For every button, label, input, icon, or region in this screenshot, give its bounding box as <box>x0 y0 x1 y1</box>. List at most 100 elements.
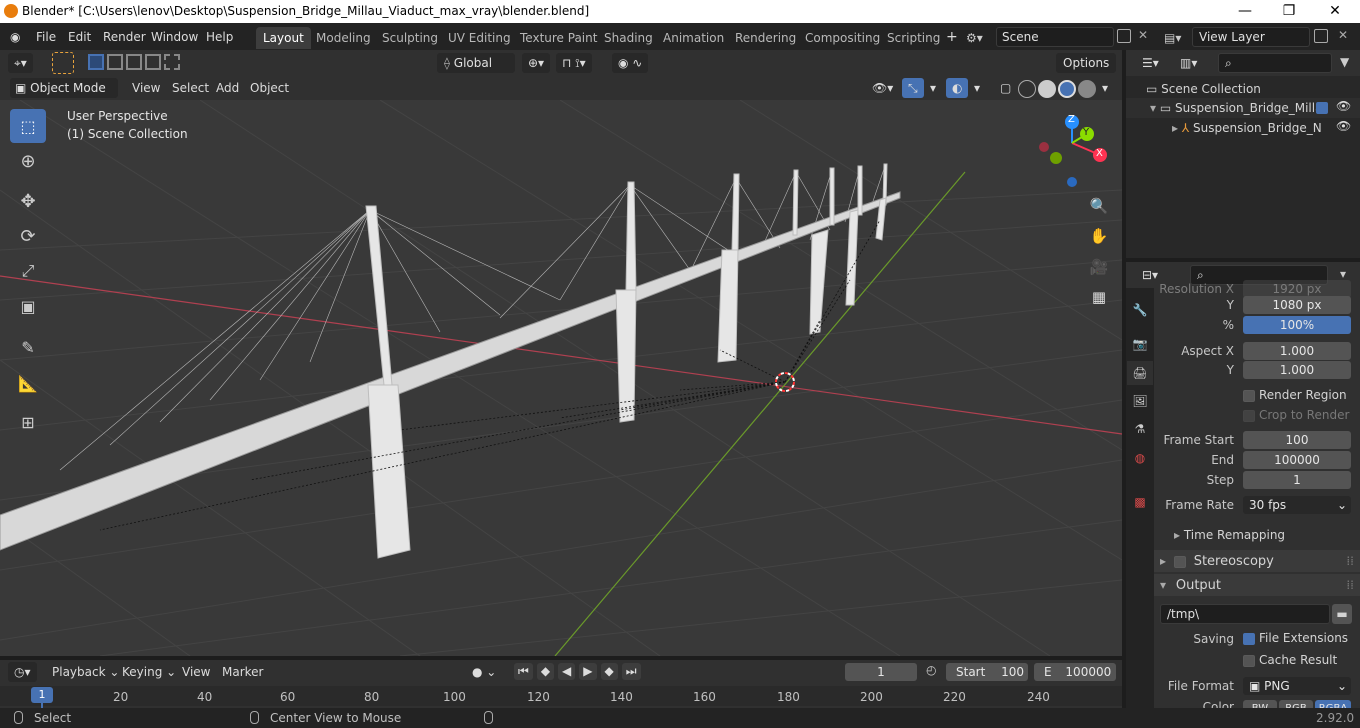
collection-eye-icon[interactable]: 👁 <box>1336 99 1351 113</box>
keying-menu[interactable]: Keying ⌄ <box>116 662 182 682</box>
resolution-percent-field[interactable]: 100% <box>1243 316 1351 334</box>
scale-tool-icon[interactable]: ⤢ <box>10 254 46 288</box>
maximize-button[interactable]: ❐ <box>1266 0 1312 23</box>
render-tab-icon[interactable]: 📷 <box>1127 332 1153 356</box>
object-row[interactable]: ▸ ⅄ Suspension_Bridge_N <box>1126 118 1360 138</box>
outliner-search-input[interactable]: ⌕ <box>1218 53 1332 73</box>
frame-rate-select[interactable]: 30 fps ⌄ <box>1243 496 1351 514</box>
frame-start-field[interactable]: 100 <box>1243 431 1351 449</box>
scene-collection-row[interactable]: ▭ Scene Collection <box>1146 79 1261 99</box>
next-keyframe-icon[interactable]: ◆ <box>600 663 618 680</box>
drag-handle-icon[interactable]: ⁞⁞ <box>1346 550 1354 572</box>
proportional-edit-icon[interactable]: ◉ ∿ <box>612 53 649 73</box>
view-layer-field[interactable]: View Layer <box>1192 27 1310 47</box>
play-reverse-icon[interactable]: ◀ <box>558 663 576 680</box>
view-layer-icon[interactable]: ▤▾ <box>1164 28 1194 48</box>
end-frame-field[interactable]: E 100000 <box>1034 663 1116 681</box>
annotate-tool-icon[interactable]: ✎ <box>10 330 46 364</box>
expand-arrow-icon[interactable]: ▸ <box>1172 121 1178 135</box>
resolution-y-field[interactable]: 1080 px <box>1243 296 1351 314</box>
stopwatch-icon[interactable]: ◴ <box>926 663 936 677</box>
move-tool-icon[interactable]: ✥ <box>10 184 46 218</box>
tab-modeling[interactable]: Modeling <box>309 27 378 49</box>
zoom-icon[interactable]: 🔍 <box>1086 193 1112 219</box>
camera-view-icon[interactable]: 🎥 <box>1086 254 1112 280</box>
aspect-x-field[interactable]: 1.000 <box>1243 342 1351 360</box>
menu-file[interactable]: File <box>30 28 62 46</box>
stereoscopy-checkbox[interactable] <box>1173 555 1186 568</box>
file-extensions-checkbox[interactable] <box>1243 633 1255 645</box>
select-tool-icon[interactable]: ⬚ <box>10 109 46 143</box>
world-tab-icon[interactable]: ◍ <box>1127 446 1153 470</box>
copy-scene-icon[interactable] <box>1117 29 1131 43</box>
snap-icon[interactable]: ⊓ ⟟▾ <box>556 53 592 73</box>
expand-arrow-icon[interactable]: ▾ <box>1150 101 1156 115</box>
tab-uv-editing[interactable]: UV Editing <box>441 27 518 49</box>
playback-controls[interactable]: ⏮ ◆ ◀ ▶ ◆ ⏭ <box>514 663 641 680</box>
perspective-toggle-icon[interactable]: ▦ <box>1086 284 1112 310</box>
jump-start-icon[interactable]: ⏮ <box>514 663 533 680</box>
menu-edit[interactable]: Edit <box>62 28 97 46</box>
rotate-tool-icon[interactable]: ⟳ <box>10 219 46 253</box>
options-dropdown[interactable]: Options <box>1056 53 1116 73</box>
3d-viewport[interactable]: User Perspective (1) Scene Collection ⬚ … <box>0 100 1122 656</box>
object-eye-icon[interactable]: 👁 <box>1336 119 1351 133</box>
timeline-editor-type-icon[interactable]: ◷▾ <box>8 662 37 682</box>
crop-checkbox[interactable] <box>1243 410 1255 422</box>
gizmo-dropdown-icon[interactable]: ▾ <box>924 78 942 98</box>
start-frame-field[interactable]: Start 100 <box>946 663 1028 681</box>
scene-tab-icon[interactable]: ⚗ <box>1127 417 1153 441</box>
add-cube-tool-icon[interactable]: ⊞ <box>10 405 46 439</box>
pan-hand-icon[interactable]: ✋ <box>1086 223 1112 249</box>
menu-window[interactable]: Window <box>145 28 204 46</box>
view-layer-tab-icon[interactable]: 🖼 <box>1127 389 1153 413</box>
scene-field[interactable]: Scene <box>996 27 1114 47</box>
pivot-point-icon[interactable]: ⊕▾ <box>522 53 551 73</box>
navigation-gizmo[interactable]: Z X Y <box>1030 110 1114 194</box>
gizmo-toggle-icon[interactable]: ⤡ <box>902 78 924 98</box>
view-menu[interactable]: View <box>126 78 166 98</box>
wireframe-shading-icon[interactable] <box>1018 80 1036 98</box>
shading-dropdown-icon[interactable]: ▾ <box>1096 78 1114 98</box>
overlays-icon[interactable]: ◐ <box>946 78 969 98</box>
collection-checkbox[interactable] <box>1316 102 1328 114</box>
current-frame-field[interactable]: 1 <box>845 663 917 681</box>
solid-shading-icon[interactable] <box>1038 80 1056 98</box>
tool-tab-icon[interactable]: 🔧 <box>1127 298 1153 322</box>
rendered-shading-icon[interactable] <box>1078 80 1096 98</box>
outliner-editor-type-icon[interactable]: ☰▾ <box>1136 53 1165 73</box>
drag-handle-icon[interactable]: ⁞⁞ <box>1346 574 1354 596</box>
jump-end-icon[interactable]: ⏭ <box>621 663 641 680</box>
output-tab-icon[interactable]: 🖨 <box>1127 361 1153 385</box>
scene-icon[interactable]: ⚙▾ <box>966 28 996 48</box>
selection-mode-icons[interactable] <box>88 54 182 72</box>
folder-icon[interactable]: ▬ <box>1332 604 1352 624</box>
object-menu[interactable]: Object <box>244 78 295 98</box>
tab-sculpting[interactable]: Sculpting <box>375 27 445 49</box>
aspect-y-field[interactable]: 1.000 <box>1243 361 1351 379</box>
tab-animation[interactable]: Animation <box>656 27 731 49</box>
output-panel-header[interactable]: ▾ Output ⁞⁞ <box>1154 574 1360 596</box>
frame-end-field[interactable]: 100000 <box>1243 451 1351 469</box>
render-region-checkbox[interactable] <box>1243 390 1255 402</box>
stereoscopy-panel-header[interactable]: ▸ Stereoscopy ⁞⁞ <box>1154 550 1360 572</box>
visibility-icon[interactable]: 👁▾ <box>866 78 899 98</box>
tab-texture-paint[interactable]: Texture Paint <box>513 27 604 49</box>
menu-help[interactable]: Help <box>200 28 239 46</box>
tab-compositing[interactable]: Compositing <box>798 27 887 49</box>
measure-tool-icon[interactable]: 📐 <box>10 366 46 400</box>
cursor-tool-icon[interactable]: ⊕ <box>10 144 46 178</box>
shading-mode-icons[interactable] <box>1018 80 1098 98</box>
overlays-dropdown-icon[interactable]: ▾ <box>968 78 986 98</box>
file-format-select[interactable]: ▣ PNG ⌄ <box>1243 677 1351 695</box>
delete-scene-icon[interactable]: ✕ <box>1138 28 1148 42</box>
record-button-icon[interactable]: ● ⌄ <box>466 662 502 682</box>
select-box-tool-icon[interactable] <box>52 52 74 74</box>
cache-result-checkbox[interactable] <box>1243 655 1255 667</box>
display-mode-icon[interactable]: ▥▾ <box>1174 53 1203 73</box>
tab-rendering[interactable]: Rendering <box>728 27 803 49</box>
blender-menu-icon[interactable]: ◉ <box>10 30 26 44</box>
transform-tool-icon[interactable]: ▣ <box>10 289 46 323</box>
marker-menu[interactable]: Marker <box>216 662 269 682</box>
properties-menu-icon[interactable]: ▾ <box>1340 267 1346 281</box>
